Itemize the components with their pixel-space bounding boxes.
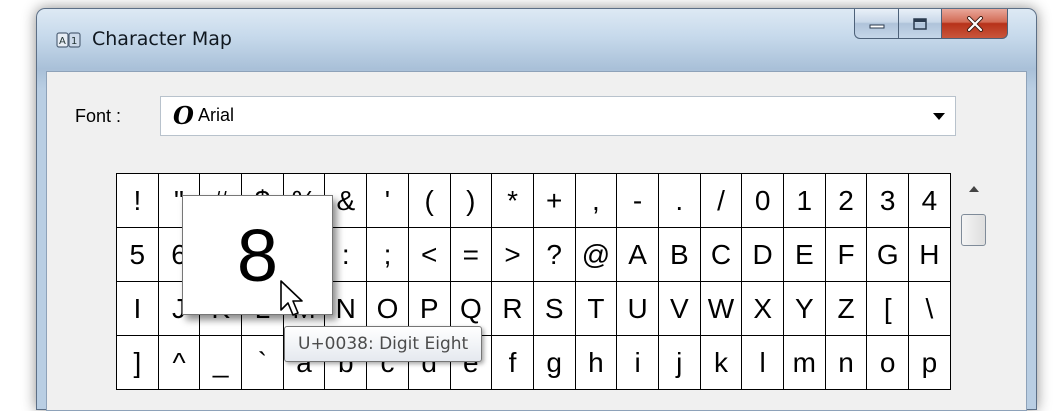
character-cell[interactable]: ^	[158, 336, 201, 390]
maximize-button[interactable]	[898, 9, 942, 39]
character-cell[interactable]: h	[575, 336, 618, 390]
character-tooltip: U+0038: Digit Eight	[284, 326, 483, 362]
font-dropdown[interactable]: O Arial	[160, 96, 956, 136]
character-cell[interactable]: [	[867, 282, 910, 336]
character-cell[interactable]: j	[658, 336, 701, 390]
svg-text:1: 1	[71, 36, 77, 47]
font-value: Arial	[198, 105, 235, 125]
character-cell[interactable]: Y	[784, 282, 826, 336]
character-cell[interactable]: '	[367, 174, 409, 228]
character-cell[interactable]: U	[617, 282, 659, 336]
character-cell[interactable]: ]	[117, 336, 159, 390]
character-cell[interactable]: D	[742, 228, 784, 282]
minimize-button[interactable]	[854, 9, 898, 39]
mouse-pointer-icon	[280, 280, 303, 316]
svg-text:A: A	[59, 36, 66, 47]
character-cell[interactable]: C	[700, 228, 743, 282]
character-cell[interactable]: ;	[367, 228, 409, 282]
character-cell[interactable]: @	[575, 228, 618, 282]
character-cell[interactable]: (	[408, 174, 451, 228]
character-cell[interactable]: E	[784, 228, 826, 282]
character-cell[interactable]: 4	[909, 174, 951, 228]
title-bar[interactable]: A 1 Character Map	[37, 9, 1036, 71]
character-cell[interactable]: m	[784, 336, 826, 390]
character-cell[interactable]: 0	[742, 174, 784, 228]
character-cell[interactable]: G	[867, 228, 910, 282]
character-cell[interactable]: Z	[825, 282, 868, 336]
character-cell[interactable]: .	[658, 174, 701, 228]
character-cell[interactable]: T	[575, 282, 618, 336]
up-arrow-icon	[969, 186, 979, 192]
character-cell[interactable]: W	[700, 282, 743, 336]
character-cell[interactable]: g	[533, 336, 576, 390]
character-cell[interactable]: f	[492, 336, 534, 390]
character-cell[interactable]: 3	[867, 174, 910, 228]
character-cell[interactable]: H	[909, 228, 951, 282]
character-cell[interactable]: p	[909, 336, 951, 390]
maximize-icon	[913, 17, 927, 30]
character-cell[interactable]: X	[742, 282, 784, 336]
minimize-icon	[869, 24, 884, 28]
character-cell[interactable]: !	[117, 174, 159, 228]
opentype-icon: O	[173, 101, 194, 130]
character-cell[interactable]: `	[242, 336, 284, 390]
character-cell[interactable]: l	[742, 336, 784, 390]
character-cell[interactable]: *	[492, 174, 534, 228]
magnified-character: 8	[182, 195, 333, 315]
grid-row: ] ^ _ ` a b c d e f g h i j k l m n o p	[117, 336, 951, 390]
close-icon	[966, 15, 983, 32]
window-title: Character Map	[92, 28, 232, 50]
scroll-up-button[interactable]	[959, 174, 989, 204]
character-cell[interactable]: >	[492, 228, 534, 282]
character-cell[interactable]: )	[450, 174, 493, 228]
character-cell[interactable]: n	[825, 336, 868, 390]
character-cell[interactable]: 2	[825, 174, 868, 228]
character-cell[interactable]: o	[867, 336, 910, 390]
character-cell[interactable]: 5	[117, 228, 159, 282]
character-cell[interactable]: R	[492, 282, 534, 336]
character-cell[interactable]: k	[700, 336, 743, 390]
close-button[interactable]	[942, 9, 1008, 39]
character-map-app-icon: A 1	[56, 32, 81, 48]
character-cell[interactable]: /	[700, 174, 743, 228]
character-cell[interactable]: ,	[575, 174, 618, 228]
dropdown-arrow-icon[interactable]	[933, 113, 945, 120]
character-cell[interactable]: 1	[784, 174, 826, 228]
character-cell[interactable]: A	[617, 228, 659, 282]
character-cell[interactable]: _	[200, 336, 243, 390]
character-cell[interactable]: V	[658, 282, 701, 336]
font-label: Font :	[75, 106, 122, 126]
character-cell[interactable]: B	[658, 228, 701, 282]
grid-scrollbar[interactable]	[959, 174, 989, 404]
character-cell[interactable]: +	[533, 174, 576, 228]
character-cell[interactable]: -	[617, 174, 659, 228]
character-cell[interactable]: I	[117, 282, 159, 336]
caption-buttons	[854, 9, 1008, 39]
character-cell[interactable]: =	[450, 228, 493, 282]
character-cell[interactable]: S	[533, 282, 576, 336]
character-cell[interactable]: \	[909, 282, 951, 336]
character-cell[interactable]: F	[825, 228, 868, 282]
character-cell[interactable]: ?	[533, 228, 576, 282]
character-cell[interactable]: <	[408, 228, 451, 282]
scroll-thumb[interactable]	[961, 214, 986, 246]
character-cell[interactable]: i	[617, 336, 659, 390]
